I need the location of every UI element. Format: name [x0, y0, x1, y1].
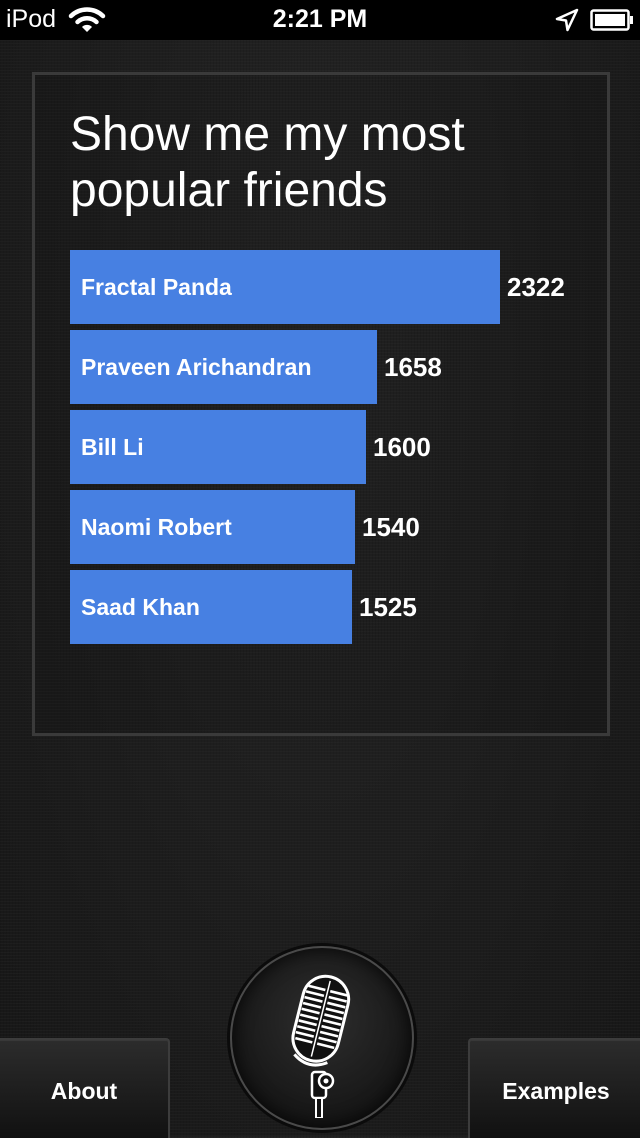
status-time: 2:21 PM: [272, 5, 368, 33]
query-text: Show me my most popular friends: [70, 108, 465, 217]
location-arrow-icon: [555, 8, 579, 32]
bar-row: Bill Li 1600: [70, 410, 446, 484]
microphone-icon: [291, 974, 351, 1118]
bar-value: 1658: [384, 352, 442, 382]
status-bar: iPod 2:21 PM: [0, 0, 640, 40]
bar-row: Fractal Panda 2322: [70, 250, 580, 324]
about-button-label: About: [50, 1077, 118, 1104]
bar-label: Naomi Robert: [81, 514, 232, 540]
bar-value: 1540: [362, 512, 420, 542]
bar-row: Saad Khan 1525: [70, 570, 432, 644]
bar-label: Bill Li: [81, 434, 144, 460]
bar: Praveen Arichandran: [70, 330, 377, 404]
bar-value: 1525: [359, 592, 417, 622]
bar-row: Praveen Arichandran 1658: [70, 330, 457, 404]
bar-label: Fractal Panda: [81, 274, 232, 300]
bar-label: Saad Khan: [81, 594, 200, 620]
bar: Naomi Robert: [70, 490, 355, 564]
battery-icon: [590, 9, 633, 31]
popular-friends-bar-chart: Fractal Panda 2322 Praveen Arichandran 1658…: [70, 250, 600, 650]
microphone-button[interactable]: [230, 946, 414, 1130]
about-button[interactable]: About: [0, 1038, 170, 1138]
examples-button-label: Examples: [502, 1077, 610, 1104]
bar-value: 2322: [507, 272, 565, 302]
bar: Saad Khan: [70, 570, 352, 644]
bar-label: Praveen Arichandran: [81, 354, 312, 380]
examples-button[interactable]: Examples: [468, 1038, 640, 1138]
bar-row: Naomi Robert 1540: [70, 490, 435, 564]
bar: Fractal Panda: [70, 250, 500, 324]
result-card: Show me my most popular friends Fractal …: [32, 72, 610, 736]
bar: Bill Li: [70, 410, 366, 484]
bar-value: 1600: [373, 432, 431, 462]
